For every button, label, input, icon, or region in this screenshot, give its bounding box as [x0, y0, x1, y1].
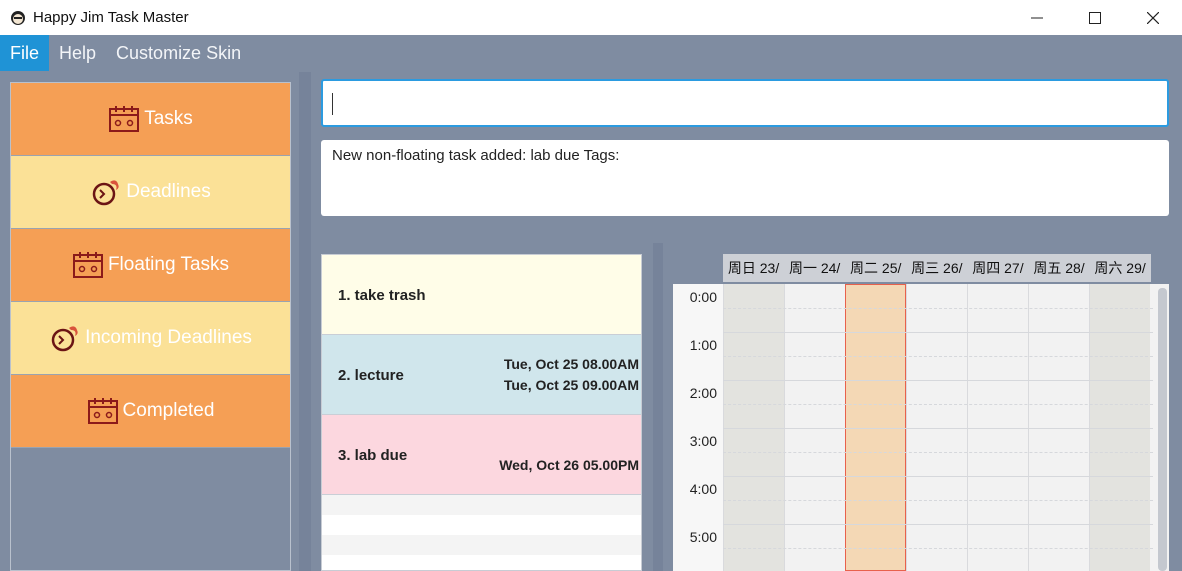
- window-title: Happy Jim Task Master: [33, 9, 189, 26]
- app-icon: [11, 10, 25, 25]
- half-hour-line: [723, 356, 1153, 357]
- empty-row: [322, 495, 641, 515]
- time-column: 0:00 1:00 2:00 3:00 4:00 5:00: [673, 284, 723, 571]
- sidebar-item-label: Tasks: [144, 108, 193, 129]
- calendar-day-header: 周日 23/: [727, 260, 780, 276]
- menu-help[interactable]: Help: [49, 35, 106, 71]
- close-icon: [1147, 11, 1159, 24]
- calendar-grid[interactable]: 0:00 1:00 2:00 3:00 4:00 5:00: [673, 284, 1169, 571]
- calendar-day-header: 周一 24/: [788, 260, 841, 276]
- result-display: New non-floating task added: lab due Tag…: [321, 140, 1169, 216]
- sidebar-item-label: Completed: [122, 400, 215, 421]
- clock-fire-icon: [51, 326, 78, 352]
- calendar-icon: [87, 398, 118, 424]
- sidebar-item-floating-tasks[interactable]: Floating Tasks: [11, 229, 290, 302]
- task-card[interactable]: 1. take trash: [322, 255, 641, 335]
- half-hour-line: [723, 308, 1153, 309]
- calendar-day-header: 周六 29/: [1094, 260, 1146, 276]
- minimize-icon: [1031, 17, 1043, 18]
- calendar-day-header: 周五 28/: [1033, 260, 1085, 276]
- time-label: 3:00: [689, 433, 717, 449]
- menu-bar: File Help Customize Skin: [0, 35, 1182, 71]
- hour-line: [723, 428, 1153, 429]
- maximize-icon: [1089, 11, 1101, 24]
- task-name: 3. lab due: [338, 447, 408, 464]
- minimize-button[interactable]: [1008, 0, 1066, 35]
- task-start-date: Tue, Oct 25 08.00AM: [503, 356, 639, 372]
- time-label: 1:00: [689, 337, 717, 353]
- half-hour-line: [723, 452, 1153, 453]
- empty-row: [322, 555, 641, 570]
- calendar-scrollbar[interactable]: [1158, 288, 1167, 571]
- task-end-date: Tue, Oct 25 09.00AM: [503, 377, 639, 393]
- splitter[interactable]: [653, 243, 663, 571]
- splitter[interactable]: [299, 72, 311, 571]
- menu-customize-skin[interactable]: Customize Skin: [106, 35, 251, 71]
- time-label: 4:00: [689, 481, 717, 497]
- time-label: 5:00: [689, 529, 717, 545]
- calendar-header: 周日 23/ 周一 24/ 周二 25/ 周三 26/ 周四 27/ 周五 28…: [723, 254, 1151, 282]
- hour-line: [723, 476, 1153, 477]
- menu-file[interactable]: File: [0, 35, 50, 71]
- calendar-day-header: 周二 25/: [850, 260, 902, 276]
- time-label: 0:00: [689, 289, 717, 305]
- sidebar-item-deadlines[interactable]: Deadlines: [11, 156, 290, 229]
- command-input[interactable]: [321, 79, 1169, 127]
- sidebar: Tasks Deadlines Floating Tasks Incoming …: [10, 82, 291, 571]
- clock-fire-icon: [93, 180, 119, 206]
- sidebar-item-tasks[interactable]: Tasks: [11, 83, 290, 156]
- sidebar-item-label: Floating Tasks: [107, 254, 230, 275]
- task-card[interactable]: 3. lab due Wed, Oct 26 05.00PM: [322, 415, 641, 495]
- calendar-view: 周日 23/ 周一 24/ 周二 25/ 周三 26/ 周四 27/ 周五 28…: [673, 254, 1169, 571]
- title-bar: Happy Jim Task Master: [0, 0, 1182, 35]
- calendar-day-header: 周四 27/: [972, 260, 1024, 276]
- task-due-date: Wed, Oct 26 05.00PM: [499, 457, 639, 473]
- task-name: 2. lecture: [338, 367, 404, 384]
- close-button[interactable]: [1124, 0, 1182, 35]
- hour-line: [723, 332, 1153, 333]
- sidebar-item-label: Deadlines: [126, 181, 211, 202]
- calendar-icon: [109, 106, 140, 132]
- hour-line: [723, 380, 1153, 381]
- maximize-button[interactable]: [1066, 0, 1124, 35]
- sidebar-item-completed[interactable]: Completed: [11, 375, 290, 448]
- half-hour-line: [723, 404, 1153, 405]
- empty-row: [322, 515, 641, 535]
- task-list[interactable]: 1. take trash 2. lecture Tue, Oct 25 08.…: [321, 254, 642, 571]
- task-card[interactable]: 2. lecture Tue, Oct 25 08.00AM Tue, Oct …: [322, 335, 641, 415]
- task-name: 1. take trash: [338, 287, 426, 304]
- sidebar-item-incoming-deadlines[interactable]: Incoming Deadlines: [11, 302, 290, 375]
- calendar-day-header: 周三 26/: [911, 260, 963, 276]
- empty-row: [322, 535, 641, 555]
- half-hour-line: [723, 500, 1153, 501]
- hour-line: [723, 524, 1153, 525]
- sidebar-item-label: Incoming Deadlines: [85, 327, 252, 348]
- text-caret: [332, 93, 333, 115]
- half-hour-line: [723, 548, 1153, 549]
- time-label: 2:00: [689, 385, 717, 401]
- calendar-icon: [72, 252, 103, 278]
